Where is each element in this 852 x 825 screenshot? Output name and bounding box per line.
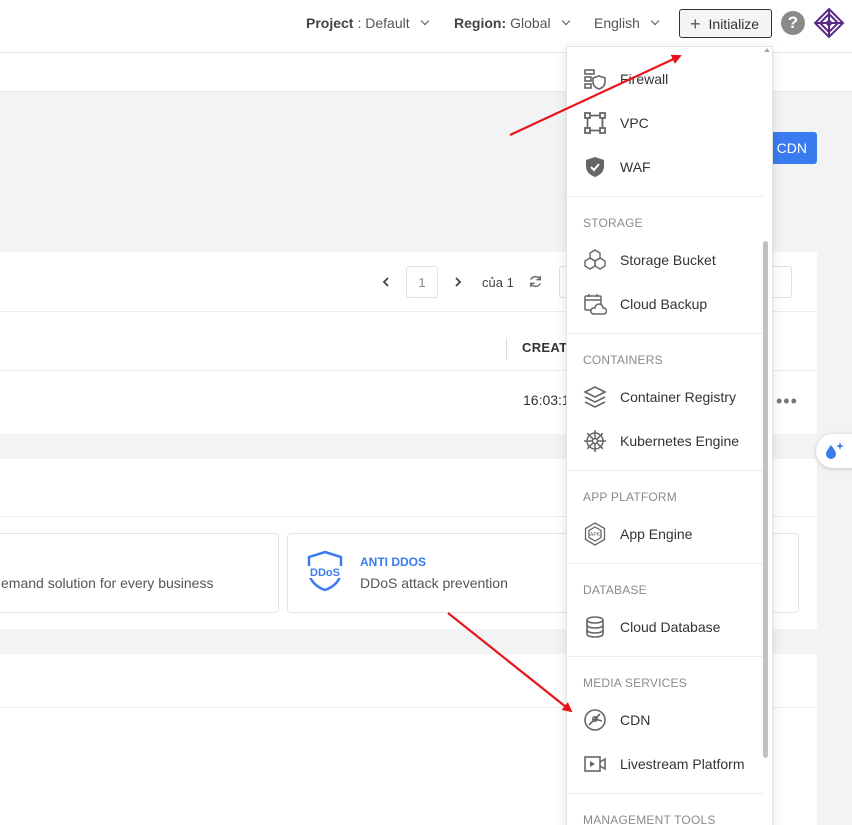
menu-section-heading-management-tools: MANAGEMENT TOOLS [583, 813, 716, 825]
menu-item-label: Firewall [620, 71, 669, 87]
menu-section-heading-containers: CONTAINERS [583, 353, 663, 367]
menu-divider [567, 333, 763, 334]
menu-item-app-engine[interactable]: APK App Engine [567, 512, 763, 556]
chevron-down-icon [420, 16, 429, 26]
menu-item-livestream-platform[interactable]: Livestream Platform [567, 742, 763, 786]
region-label: Region: [454, 15, 507, 31]
livestream-icon [583, 752, 607, 776]
menu-section-heading-media-services: MEDIA SERVICES [583, 676, 687, 690]
menu-divider [567, 196, 763, 197]
firewall-icon [583, 67, 607, 91]
cloud-backup-icon [583, 292, 607, 316]
svg-text:APK: APK [590, 532, 601, 538]
menu-section-heading-storage: STORAGE [583, 216, 643, 230]
menu-section-heading-app-platform: APP PLATFORM [583, 490, 677, 504]
chevron-down-icon [650, 16, 660, 26]
refresh-icon[interactable] [528, 274, 543, 289]
kubernetes-icon [583, 429, 607, 453]
plus-icon: + [690, 13, 701, 34]
menu-item-label: Storage Bucket [620, 252, 716, 268]
chevron-right-icon[interactable] [452, 276, 464, 288]
page-total-text: của 1 [482, 274, 514, 290]
dropdown-scrollbar[interactable] [763, 241, 768, 758]
water-drop-icon [826, 442, 844, 459]
menu-divider [567, 470, 763, 471]
menu-item-label: Livestream Platform [620, 756, 745, 772]
menu-item-cloud-backup[interactable]: Cloud Backup [567, 282, 763, 326]
menu-divider [567, 656, 763, 657]
container-registry-icon [583, 385, 607, 409]
floating-assistant-button[interactable] [816, 434, 852, 468]
column-divider [506, 338, 507, 360]
menu-item-cdn[interactable]: CDN [567, 698, 763, 742]
menu-item-cloud-database[interactable]: Cloud Database [567, 605, 763, 649]
menu-item-label: Container Registry [620, 389, 736, 405]
brand-logo-icon[interactable] [813, 7, 845, 39]
service-card-description: emand solution for every business [1, 575, 214, 591]
storage-bucket-icon [583, 248, 607, 272]
menu-item-vpc[interactable]: VPC [567, 101, 763, 145]
vpc-icon [583, 111, 607, 135]
menu-item-storage-bucket[interactable]: Storage Bucket [567, 238, 763, 282]
menu-item-waf[interactable]: WAF [567, 145, 763, 189]
initialize-label: Initialize [708, 15, 760, 32]
scroll-up-arrow-icon[interactable] [764, 48, 770, 52]
service-card-description: DDoS attack prevention [360, 575, 508, 591]
region-selector[interactable]: Region: Global [454, 0, 570, 46]
row-more-actions-icon[interactable]: ••• [776, 392, 798, 410]
service-card-title: ANTI DDOS [360, 555, 426, 569]
row-created-time: 16:03:1 [523, 392, 570, 408]
anti-ddos-shield-icon: DDoS [305, 550, 345, 592]
chevron-down-icon [561, 16, 570, 26]
page-number-input[interactable]: 1 [406, 266, 438, 298]
menu-item-label: Kubernetes Engine [620, 433, 740, 449]
help-icon[interactable]: ? [781, 11, 805, 35]
project-label: Project [306, 15, 354, 31]
menu-item-firewall[interactable]: Firewall [567, 57, 763, 101]
menu-item-label: App Engine [620, 526, 693, 542]
menu-divider [567, 563, 763, 564]
project-value: : Default [357, 15, 410, 31]
menu-item-label: Cloud Backup [620, 296, 708, 312]
initialize-button[interactable]: + Initialize [679, 9, 772, 38]
database-icon [583, 615, 607, 639]
menu-item-container-registry[interactable]: Container Registry [567, 375, 763, 419]
cdn-icon [583, 708, 607, 732]
app-engine-icon: APK [583, 522, 607, 546]
menu-divider [567, 793, 763, 794]
service-card[interactable]: emand solution for every business [0, 533, 279, 613]
menu-item-label: Cloud Database [620, 619, 721, 635]
menu-item-label: CDN [620, 712, 651, 728]
svg-text:DDoS: DDoS [310, 567, 340, 579]
language-value: English [594, 15, 640, 31]
language-selector[interactable]: English [594, 0, 660, 46]
menu-item-label: WAF [620, 159, 651, 175]
project-selector[interactable]: Project : Default [306, 0, 429, 46]
chevron-left-icon[interactable] [380, 276, 392, 288]
waf-shield-icon [583, 155, 607, 179]
menu-item-label: VPC [620, 115, 649, 131]
menu-section-heading-database: DATABASE [583, 583, 647, 597]
region-value: Global [510, 15, 551, 31]
menu-item-kubernetes-engine[interactable]: Kubernetes Engine [567, 419, 763, 463]
